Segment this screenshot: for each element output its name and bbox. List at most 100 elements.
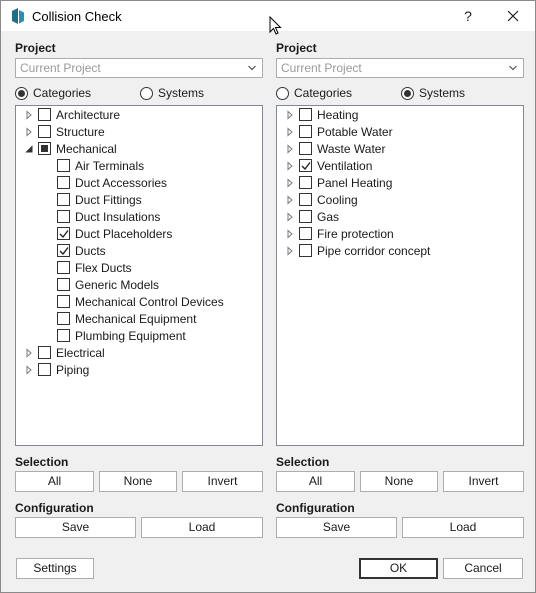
triangle-right-icon[interactable] — [285, 126, 295, 137]
tree-item[interactable]: Duct Insulations — [43, 208, 160, 225]
help-button[interactable]: ? — [457, 5, 479, 27]
tree-item[interactable]: Air Terminals — [43, 157, 144, 174]
left-scope-radio-group: Categories Systems — [15, 85, 263, 101]
close-button[interactable] — [501, 5, 525, 27]
ok-button[interactable]: OK — [359, 558, 438, 579]
tree-checkbox[interactable] — [57, 278, 70, 291]
tree-checkbox[interactable] — [57, 329, 70, 342]
tree-item[interactable]: Mechanical — [24, 140, 117, 157]
radio-label: Categories — [33, 86, 92, 100]
triangle-right-icon[interactable] — [285, 160, 295, 171]
tree-item[interactable]: Gas — [285, 208, 339, 225]
triangle-right-icon[interactable] — [285, 228, 295, 239]
tree-checkbox[interactable] — [38, 142, 51, 155]
right-select-all-button[interactable]: All — [276, 471, 355, 492]
tree-item-label: Duct Accessories — [75, 175, 168, 190]
tree-item[interactable]: Ventilation — [285, 157, 372, 174]
triangle-down-icon[interactable] — [24, 144, 34, 154]
tree-item[interactable]: Structure — [24, 123, 105, 140]
tree-checkbox[interactable] — [57, 210, 70, 223]
tree-item-label: Architecture — [56, 107, 121, 122]
tree-checkbox[interactable] — [57, 176, 70, 189]
triangle-right-icon[interactable] — [24, 347, 34, 358]
right-radio-categories[interactable]: Categories — [276, 85, 352, 101]
triangle-right-icon[interactable] — [285, 211, 295, 222]
tree-checkbox[interactable] — [38, 346, 51, 359]
tree-checkbox[interactable] — [57, 312, 70, 325]
left-radio-categories[interactable]: Categories — [15, 85, 91, 101]
triangle-right-icon[interactable] — [285, 245, 295, 256]
triangle-right-icon[interactable] — [24, 364, 34, 375]
tree-item-label: Electrical — [56, 345, 105, 360]
tree-item[interactable]: Cooling — [285, 191, 358, 208]
triangle-right-icon[interactable] — [285, 177, 295, 188]
checkmark-icon — [301, 162, 311, 171]
left-select-none-button[interactable]: None — [99, 471, 177, 492]
right-invert-button[interactable]: Invert — [443, 471, 524, 492]
tree-item[interactable]: Mechanical Equipment — [43, 310, 196, 327]
tree-item[interactable]: Duct Placeholders — [43, 225, 172, 242]
right-radio-systems[interactable]: Systems — [401, 85, 465, 101]
tree-item[interactable]: Potable Water — [285, 123, 393, 140]
triangle-right-icon[interactable] — [24, 109, 34, 120]
right-save-button[interactable]: Save — [276, 517, 397, 538]
tree-item[interactable]: Mechanical Control Devices — [43, 293, 224, 310]
left-invert-button[interactable]: Invert — [182, 471, 263, 492]
tree-checkbox[interactable] — [57, 193, 70, 206]
right-system-tree[interactable]: Heating Potable Water Waste Water Ventilati… — [276, 105, 524, 446]
tree-item[interactable]: Pipe corridor concept — [285, 242, 430, 259]
triangle-right-icon[interactable] — [285, 194, 295, 205]
tree-checkbox[interactable] — [38, 108, 51, 121]
tree-item[interactable]: Duct Accessories — [43, 174, 167, 191]
left-project-combo[interactable]: Current Project — [15, 58, 263, 78]
tree-item[interactable]: Generic Models — [43, 276, 159, 293]
tree-checkbox[interactable] — [299, 227, 312, 240]
checkmark-icon — [59, 230, 69, 239]
left-radio-systems[interactable]: Systems — [140, 85, 204, 101]
tree-item[interactable]: Fire protection — [285, 225, 394, 242]
left-select-all-button[interactable]: All — [15, 471, 94, 492]
tree-item[interactable]: Panel Heating — [285, 174, 392, 191]
tree-checkbox[interactable] — [57, 159, 70, 172]
tree-item[interactable]: Duct Fittings — [43, 191, 142, 208]
tree-item[interactable]: Waste Water — [285, 140, 385, 157]
radio-label: Categories — [294, 86, 353, 100]
right-select-none-button[interactable]: None — [360, 471, 438, 492]
tree-checkbox[interactable] — [299, 193, 312, 206]
tree-checkbox[interactable] — [57, 244, 70, 257]
right-load-button[interactable]: Load — [402, 517, 524, 538]
tree-checkbox[interactable] — [38, 125, 51, 138]
tree-item-label: Duct Fittings — [75, 192, 142, 207]
settings-button[interactable]: Settings — [16, 558, 94, 579]
triangle-right-icon[interactable] — [285, 143, 295, 154]
tree-item-label: Mechanical Control Devices — [75, 294, 224, 309]
tree-item[interactable]: Plumbing Equipment — [43, 327, 186, 344]
tree-checkbox[interactable] — [299, 108, 312, 121]
tree-checkbox[interactable] — [299, 176, 312, 189]
left-load-button[interactable]: Load — [141, 517, 263, 538]
left-save-button[interactable]: Save — [15, 517, 136, 538]
tree-checkbox[interactable] — [299, 159, 312, 172]
tree-checkbox[interactable] — [299, 142, 312, 155]
tree-checkbox[interactable] — [299, 244, 312, 257]
triangle-right-icon[interactable] — [24, 126, 34, 137]
tree-item[interactable]: Flex Ducts — [43, 259, 132, 276]
tree-item[interactable]: Piping — [24, 361, 89, 378]
tree-item-label: Waste Water — [317, 141, 386, 156]
triangle-right-icon[interactable] — [285, 109, 295, 120]
tree-item[interactable]: Ducts — [43, 242, 106, 259]
tree-checkbox[interactable] — [299, 210, 312, 223]
tree-checkbox[interactable] — [57, 295, 70, 308]
tree-item[interactable]: Heating — [285, 106, 358, 123]
left-category-tree[interactable]: Architecture Structure Mechanical Air Termi… — [15, 105, 263, 446]
tree-checkbox[interactable] — [38, 363, 51, 376]
radio-circle — [15, 86, 28, 100]
right-project-combo[interactable]: Current Project — [276, 58, 524, 78]
tree-checkbox[interactable] — [57, 227, 70, 240]
cancel-button[interactable]: Cancel — [443, 558, 523, 579]
tree-item[interactable]: Electrical — [24, 344, 105, 361]
tree-checkbox[interactable] — [57, 261, 70, 274]
tree-item[interactable]: Architecture — [24, 106, 120, 123]
tree-checkbox[interactable] — [299, 125, 312, 138]
collision-check-dialog: Collision Check ? Project Current Projec… — [0, 0, 536, 593]
